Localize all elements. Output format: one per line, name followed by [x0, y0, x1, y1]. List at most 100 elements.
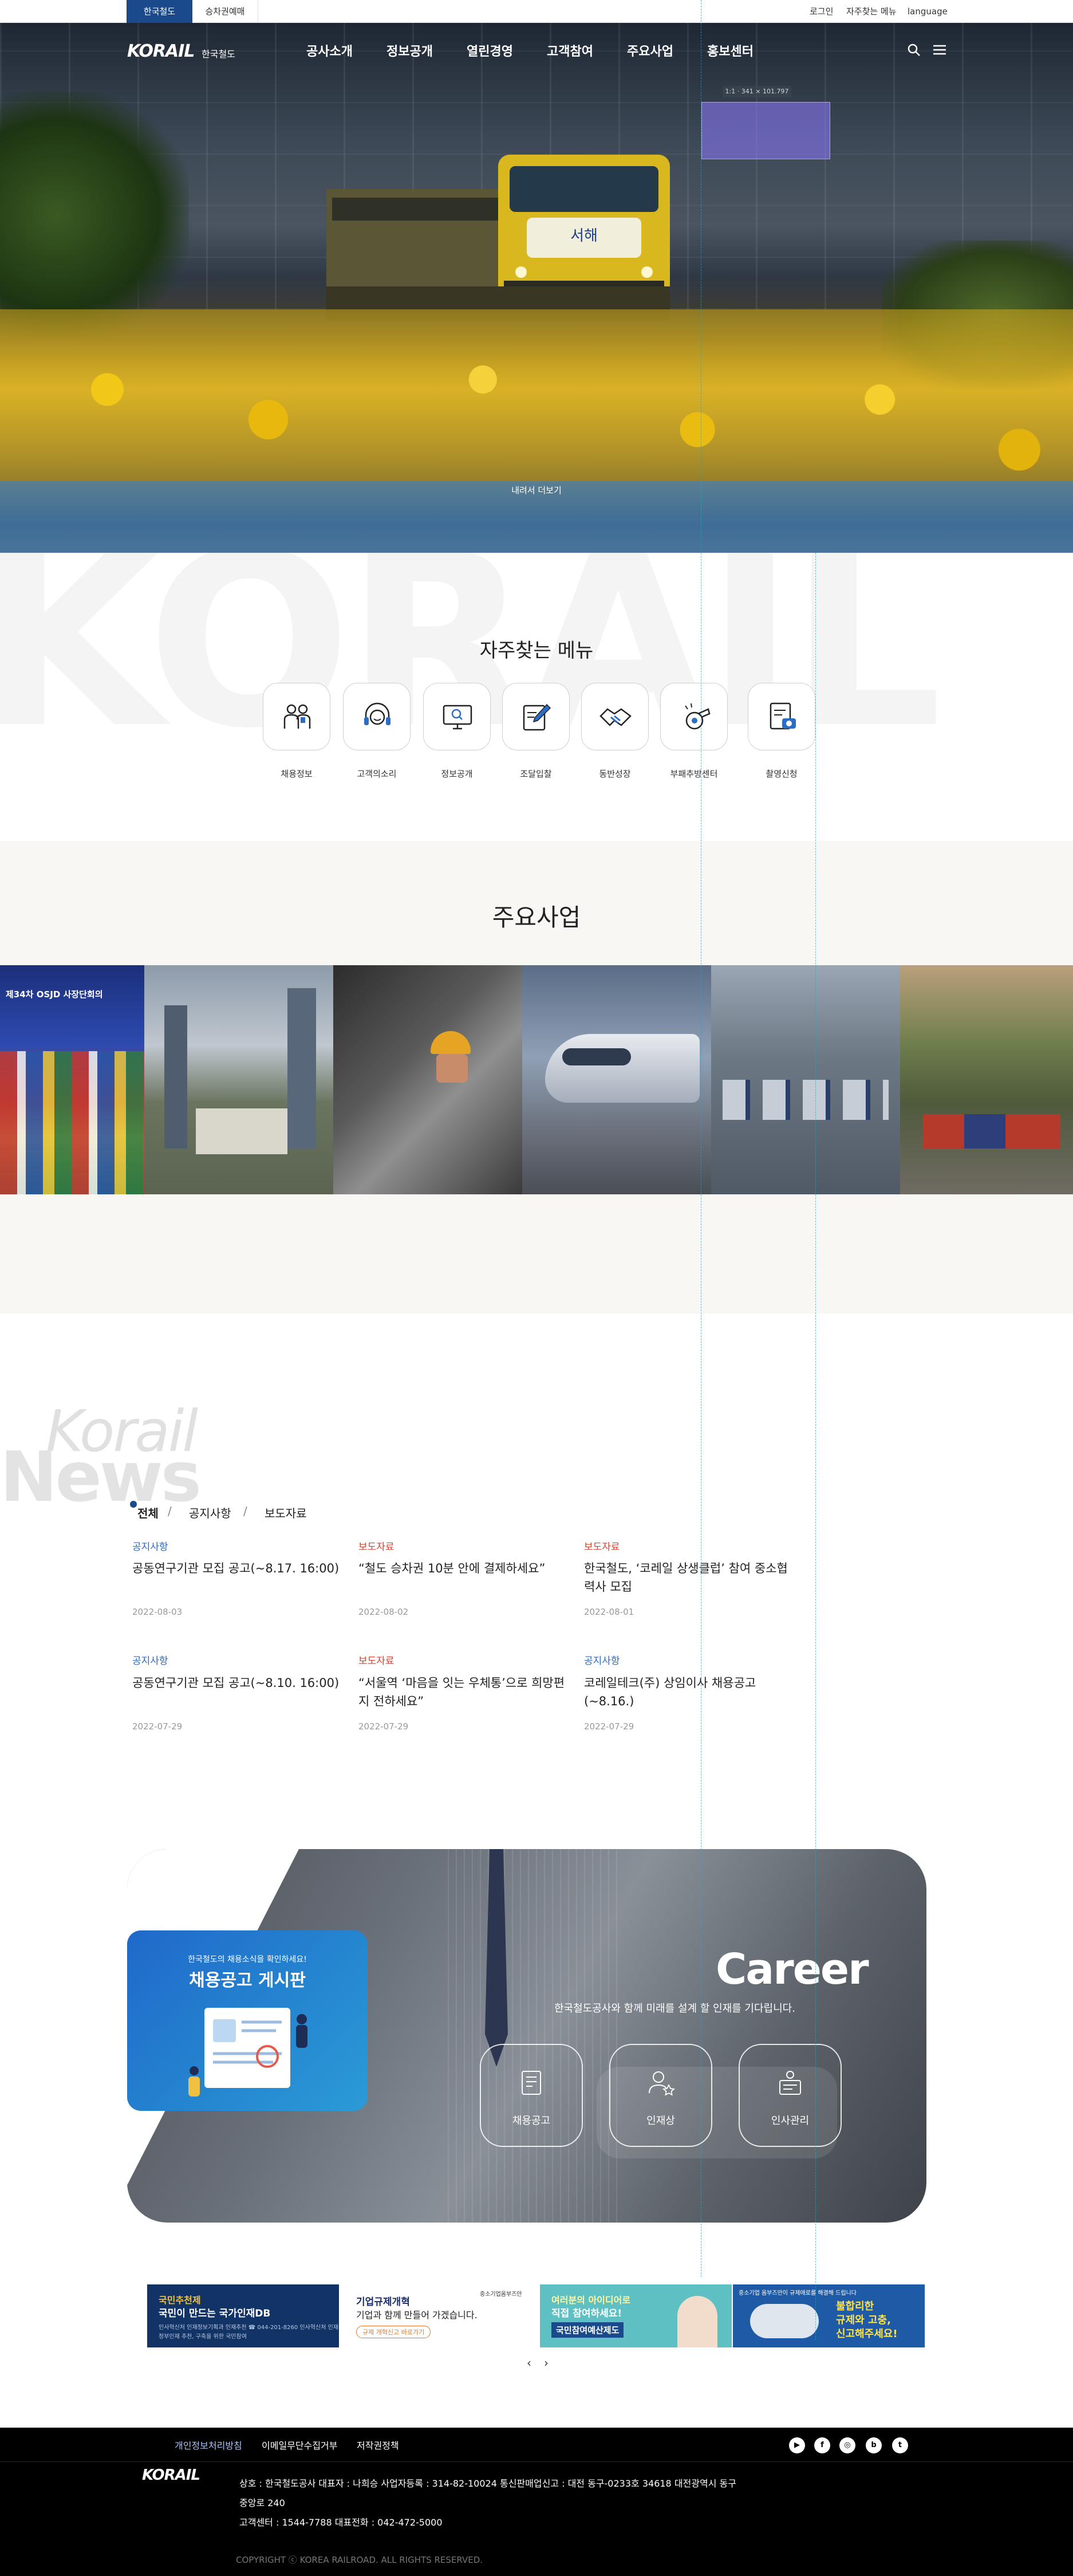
quick-menu-label: 동반성장: [599, 769, 631, 779]
email-refusal-link[interactable]: 이메일무단수집거부: [262, 2438, 337, 2452]
hr-management-icon: [779, 2071, 801, 2095]
instagram-icon[interactable]: ◎: [839, 2437, 855, 2453]
ombudsman-banner[interactable]: 중소기업 옴부즈만이 규제애로를 해결해 드립니다 불합리한 규제와 고충, 신…: [733, 2284, 925, 2347]
main-business-title: 주요사업: [492, 903, 581, 931]
quick-menu-voc[interactable]: [343, 683, 411, 750]
tab-separator: /: [243, 1504, 247, 1518]
banner-text: 국민이 만드는 국가인재DB: [159, 2308, 271, 2319]
quick-menu-growth[interactable]: [581, 683, 649, 750]
news-title: 공동연구기관 모집 공고(~8.10. 16:00): [132, 1676, 340, 1690]
facebook-icon[interactable]: f: [814, 2437, 830, 2453]
twitter-icon[interactable]: t: [892, 2437, 908, 2453]
flags-row: [0, 1051, 144, 1194]
banner-text: 인사혁신처 인재정보기획과 인재추천 ☎ 044-201-8260 인사혁신처 …: [159, 2325, 339, 2331]
quick-menu-anticorruption[interactable]: [660, 683, 728, 750]
ktx-train-image[interactable]: [522, 965, 711, 1194]
quick-menu-info[interactable]: [423, 683, 491, 750]
banner-text: 기업과 함께 만들어 가겠습니다.: [356, 2310, 478, 2321]
banner-text: 중소기업옴부즈만: [480, 2291, 522, 2298]
login-link[interactable]: 로그인: [810, 0, 833, 23]
news-tab-all[interactable]: 전체: [137, 1504, 159, 1521]
monitor-search-icon: [443, 705, 472, 730]
freight-locomotive: [923, 1114, 1060, 1149]
header: KORAIL 한국철도 공사소개 정보공개 열린경영 고객참여 주요사업 홍보센…: [0, 23, 1073, 74]
camera-document-icon: [770, 702, 796, 730]
freight-train-image[interactable]: [900, 965, 1073, 1194]
news-date: 2022-08-01: [584, 1607, 634, 1617]
gnb-company-intro[interactable]: 공사소개: [306, 41, 353, 60]
blog-icon[interactable]: b: [866, 2437, 882, 2453]
public-budget-banner[interactable]: 여러분의 아이디어로 직접 참여하세요! 국민참여예산제도: [540, 2284, 732, 2347]
news-category: 공지사항: [132, 1541, 168, 1553]
handshake-icon: [599, 708, 632, 726]
news-date: 2022-07-29: [358, 1721, 409, 1732]
flags-conference-image[interactable]: 제34차 OSJD 사장단회의: [0, 965, 144, 1194]
parked-trains: [723, 1080, 889, 1120]
news-title: 공동연구기관 모집 공고(~8.17. 16:00): [132, 1562, 340, 1575]
recruit-notice-button[interactable]: 채용공고: [480, 2044, 583, 2147]
facebook-glyph: f: [820, 2441, 824, 2449]
recruit-illustration-icon: [188, 2008, 307, 2097]
quick-menu-bidding[interactable]: [502, 683, 570, 750]
flower-field: [0, 309, 1073, 510]
gnb-customer[interactable]: 고객참여: [547, 41, 593, 60]
whistle-icon: [685, 703, 711, 730]
national-talent-db-banner[interactable]: 국민추천제 국민이 만드는 국가인재DB 인사혁신처 인재정보기획과 인재추천 …: [147, 2284, 339, 2347]
worker-face: [436, 1054, 468, 1083]
trees-left: [0, 92, 189, 338]
gnb-pr-center[interactable]: 홍보센터: [707, 41, 754, 60]
tower-right: [287, 988, 316, 1149]
ideal-talent-button[interactable]: 인재상: [609, 2044, 712, 2147]
youtube-icon[interactable]: ▶: [789, 2437, 805, 2453]
news-title: “서울역 ‘마음을 잇는 우체통’으로 희망편지 전하세요”: [358, 1676, 565, 1708]
train-depot-image[interactable]: [711, 965, 900, 1194]
quick-menu-recruit[interactable]: [263, 683, 330, 750]
banner-text[interactable]: 규제 개혁신고 바로가기: [356, 2326, 431, 2338]
quick-menu-filming[interactable]: [748, 683, 815, 750]
ktx-body: [545, 1034, 700, 1103]
scroll-more-label[interactable]: 내려서 더보기: [0, 484, 1073, 496]
gnb-open-management[interactable]: 열린경영: [467, 41, 513, 60]
city-development-image[interactable]: [144, 965, 333, 1194]
search-icon[interactable]: [906, 42, 921, 57]
banner-text: 기업규제개혁: [356, 2296, 410, 2308]
site-tab-ticket[interactable]: 승차권예매: [192, 0, 258, 23]
privacy-policy-link[interactable]: 개인정보처리방침: [175, 2438, 242, 2452]
person-photo: [677, 2296, 717, 2347]
news-category: 공지사항: [132, 1655, 168, 1667]
hr-management-button[interactable]: 인사관리: [739, 2044, 842, 2147]
quick-menu-label: 정보공개: [441, 769, 473, 779]
striped-shirt: [448, 1849, 620, 2223]
regulation-reform-banner[interactable]: 중소기업옴부즈만 기업규제개혁 기업과 함께 만들어 가겠습니다. 규제 개혁신…: [348, 2284, 540, 2347]
favorite-menu-link[interactable]: 자주찾는 메뉴: [846, 0, 897, 23]
hero-overlay-box: [701, 102, 830, 159]
hamburger-menu-icon[interactable]: [932, 42, 947, 57]
language-link[interactable]: language: [908, 0, 948, 23]
notice-board-icon: [522, 2071, 541, 2095]
career-button-label: 인재상: [646, 2115, 675, 2127]
document-pen-icon: [523, 703, 551, 731]
banner-prev-button[interactable]: ‹: [527, 2356, 531, 2370]
career-subtitle: 한국철도공사와 함께 미래를 설계 할 인재를 기다립니다.: [554, 2003, 795, 2015]
ktx-window: [562, 1048, 631, 1065]
quick-menu-label: 촬영신청: [766, 769, 798, 779]
banner-next-button[interactable]: ›: [544, 2356, 549, 2370]
gnb-main-business[interactable]: 주요사업: [627, 41, 673, 60]
news-tab-notice[interactable]: 공지사항: [189, 1504, 231, 1521]
worker-maintenance-image[interactable]: [333, 965, 522, 1194]
banner-text: 중소기업 옴부즈만이 규제애로를 해결해 드립니다: [739, 2290, 857, 2296]
copyright-policy-link[interactable]: 저작권정책: [357, 2438, 399, 2452]
footer-contact: 고객센터 : 1544-7788 대표전화 : 042-472-5000: [239, 2517, 443, 2528]
site-tab-korail[interactable]: 한국철도: [127, 0, 192, 23]
recruit-board-card[interactable]: 한국철도의 채용소식을 확인하세요! 채용공고 게시판: [127, 1930, 368, 2111]
gnb-info-disclosure[interactable]: 정보공개: [386, 41, 433, 60]
news-tab-press[interactable]: 보도자료: [265, 1504, 307, 1521]
news-category: 보도자료: [584, 1541, 620, 1553]
quick-menu-label: 부패추방센터: [670, 769, 718, 779]
svg-text:서해: 서해: [570, 227, 598, 245]
conference-caption: 제34차 OSJD 사장단회의: [6, 989, 103, 1000]
korail-logo[interactable]: KORAIL 한국철도: [127, 41, 242, 61]
tab-separator: /: [168, 1504, 172, 1518]
news-category: 공지사항: [584, 1655, 620, 1667]
instagram-glyph: ◎: [844, 2441, 851, 2449]
